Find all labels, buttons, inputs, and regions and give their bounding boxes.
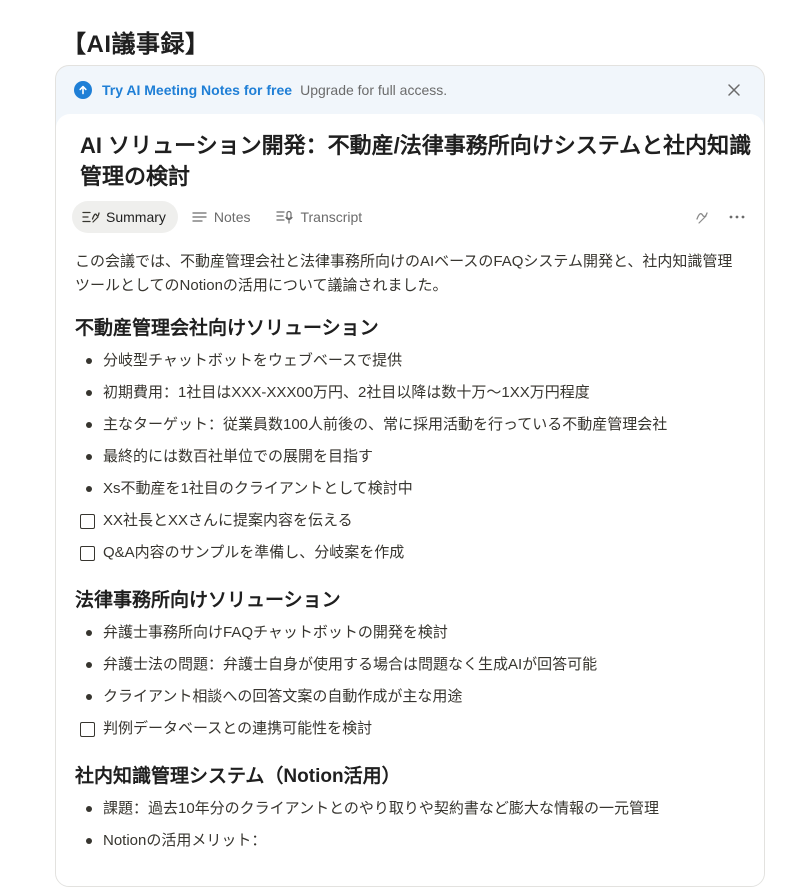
upgrade-text: Upgrade for full access.	[300, 82, 448, 98]
list-item: 最終的には数百社単位での展開を目指す	[75, 441, 747, 473]
close-icon[interactable]	[724, 80, 744, 100]
todo-text: XX社長とXXさんに提案内容を伝える	[103, 512, 353, 529]
upgrade-banner: Try AI Meeting Notes for free Upgrade fo…	[56, 66, 764, 114]
todo-item: 判例データベースとの連携可能性を検討	[75, 713, 747, 745]
list-item-text: 分岐型チャットボットをウェブベースで提供	[103, 352, 403, 369]
todo-checkbox[interactable]	[80, 513, 95, 529]
list-item-text: 主なターゲット：従業員数100人前後の、常に採用活動を行っている不動産管理会社	[103, 416, 668, 433]
meeting-title: AI ソリューション開発：不動産/法律事務所向けシステムと社内知識管理の検討	[80, 133, 752, 189]
list-item-text: 弁護士事務所向けFAQチャットボットの開発を検討	[103, 624, 448, 641]
bullet-dot	[86, 422, 92, 428]
ai-sparkle-icon[interactable]	[690, 204, 716, 230]
tab-notes[interactable]: Notes	[182, 201, 263, 233]
list-item: クライアント相談への回答文案の自動作成が主な用途	[75, 681, 747, 713]
section-heading: 不動産管理会社向けソリューション	[75, 318, 379, 339]
tab-bar: Summary Notes Transcript	[72, 201, 750, 233]
notes-icon	[192, 212, 207, 222]
tab-summary[interactable]: Summary	[72, 201, 178, 233]
bullet-dot	[86, 806, 92, 812]
bullet-dot	[86, 486, 92, 492]
todo-text: 判例データベースとの連携可能性を検討	[103, 720, 373, 737]
list-item: 初期費用：1社目はXXX-XXX00万円、2社目以降は数十万〜1XX万円程度	[75, 377, 747, 409]
arrow-up-circle-icon	[74, 81, 92, 99]
bullet-dot	[86, 838, 92, 844]
section-law-firm: 法律事務所向けソリューション 弁護士事務所向けFAQチャットボットの開発を検討 …	[75, 585, 747, 745]
todo-item: Q&A内容のサンプルを準備し、分岐案を作成	[75, 537, 747, 569]
summary-content: この会議では、不動産管理会社と法律事務所向けのAIベースのFAQシステム開発と、…	[75, 250, 747, 857]
summary-intro: この会議では、不動産管理会社と法律事務所向けのAIベースのFAQシステム開発と、…	[75, 253, 733, 294]
list-item: 主なターゲット：従業員数100人前後の、常に採用活動を行っている不動産管理会社	[75, 409, 747, 441]
list-item-text: Xs不動産を1社目のクライアントとして検討中	[103, 480, 413, 497]
try-ai-meeting-notes-link[interactable]: Try AI Meeting Notes for free	[102, 82, 292, 98]
todo-item: XX社長とXXさんに提案内容を伝える	[75, 505, 747, 537]
list-item: 課題：過去10年分のクライアントとのやり取りや契約書など膨大な情報の一元管理	[75, 793, 747, 825]
bullet-list: 課題：過去10年分のクライアントとのやり取りや契約書など膨大な情報の一元管理 N…	[75, 793, 747, 857]
todo-text: Q&A内容のサンプルを準備し、分岐案を作成	[103, 544, 405, 561]
section-real-estate: 不動産管理会社向けソリューション 分岐型チャットボットをウェブベースで提供 初期…	[75, 313, 747, 569]
ai-meeting-notes-card: Try AI Meeting Notes for free Upgrade fo…	[55, 65, 765, 887]
bullet-dot	[86, 454, 92, 460]
list-item-text: 初期費用：1社目はXXX-XXX00万円、2社目以降は数十万〜1XX万円程度	[103, 384, 590, 401]
section-heading: 社内知識管理システム（Notion活用）	[75, 766, 401, 787]
list-item: Xs不動産を1社目のクライアントとして検討中	[75, 473, 747, 505]
list-item-text: 弁護士法の問題：弁護士自身が使用する場合は問題なく生成AIが回答可能	[103, 656, 598, 673]
bullet-dot	[86, 662, 92, 668]
bullet-list: 分岐型チャットボットをウェブベースで提供 初期費用：1社目はXXX-XXX00万…	[75, 345, 747, 569]
tab-label: Notes	[213, 209, 251, 225]
section-heading: 法律事務所向けソリューション	[75, 590, 341, 611]
tab-actions	[682, 204, 750, 230]
bullet-dot	[86, 390, 92, 396]
todo-checkbox[interactable]	[80, 545, 95, 561]
summary-icon	[82, 211, 100, 223]
list-item: 分岐型チャットボットをウェブベースで提供	[75, 345, 747, 377]
bullet-dot	[86, 694, 92, 700]
bullet-dot	[86, 630, 92, 636]
bullet-list: 弁護士事務所向けFAQチャットボットの開発を検討 弁護士法の問題：弁護士自身が使…	[75, 617, 747, 745]
page-title: 【AI議事録】	[62, 31, 210, 58]
list-item: 弁護士法の問題：弁護士自身が使用する場合は問題なく生成AIが回答可能	[75, 649, 747, 681]
tab-label: Summary	[106, 209, 166, 225]
list-item-text: クライアント相談への回答文案の自動作成が主な用途	[103, 688, 463, 705]
tab-transcript[interactable]: Transcript	[266, 201, 374, 233]
meeting-notes-body: AI ソリューション開発：不動産/法律事務所向けシステムと社内知識管理の検討 S…	[56, 114, 764, 886]
list-item-text: 最終的には数百社単位での展開を目指す	[103, 448, 374, 465]
section-knowledge-management: 社内知識管理システム（Notion活用） 課題：過去10年分のクライアントとのや…	[75, 761, 747, 857]
more-options-icon[interactable]	[724, 204, 750, 230]
transcript-icon	[276, 210, 294, 224]
list-item-text: 課題：過去10年分のクライアントとのやり取りや契約書など膨大な情報の一元管理	[103, 800, 659, 817]
todo-checkbox[interactable]	[80, 721, 95, 737]
list-item: Notionの活用メリット：	[75, 825, 747, 857]
list-item-text: Notionの活用メリット：	[103, 832, 267, 849]
bullet-dot	[86, 358, 92, 364]
list-item: 弁護士事務所向けFAQチャットボットの開発を検討	[75, 617, 747, 649]
tab-label: Transcript	[300, 209, 363, 225]
